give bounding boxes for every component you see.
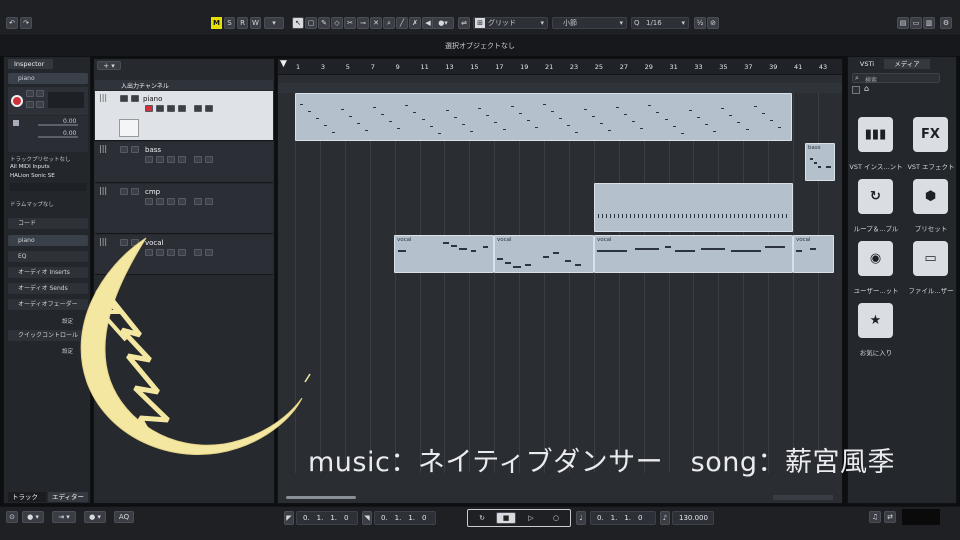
output-meter: [902, 509, 940, 525]
time-display-icon[interactable]: ♩: [576, 511, 586, 525]
stop-icon[interactable]: ■: [496, 512, 516, 524]
cycle-icon[interactable]: ↻: [472, 512, 492, 524]
right-locator-icon[interactable]: ◥: [362, 511, 372, 525]
credit-caption: music：ネイティブダンサー song：薪宮風季: [308, 447, 896, 478]
sync-icon[interactable]: ⇄: [884, 511, 896, 523]
transport-controls: ↻ ■ ▷ ○: [467, 509, 571, 527]
cycle-mode-dropdown[interactable]: ● ▾: [84, 511, 106, 523]
right-locator-field[interactable]: 0. 1. 1. 0: [374, 511, 436, 525]
left-locator-icon[interactable]: ◤: [284, 511, 294, 525]
tempo-field[interactable]: 130.000: [672, 511, 714, 525]
left-locator-field[interactable]: 0. 1. 1. 0: [296, 511, 358, 525]
monitor-icon[interactable]: ⊙: [6, 511, 18, 523]
metronome-icon[interactable]: ♪: [660, 511, 670, 525]
auto-quantize-button[interactable]: AQ: [114, 511, 134, 523]
metronome-click-icon[interactable]: ♫: [869, 511, 881, 523]
play-icon[interactable]: ▷: [521, 512, 541, 524]
position-field[interactable]: 0. 1. 1. 0: [590, 511, 656, 525]
punch-dropdown[interactable]: ⇥ ▾: [52, 511, 76, 523]
transport-bar: ⊙ ● ▾ ⇥ ▾ ● ▾ AQ ◤ 0. 1. 1. 0 ◥ 0. 1. 1.…: [0, 506, 960, 540]
record-mode-dropdown[interactable]: ● ▾: [22, 511, 44, 523]
record-icon[interactable]: ○: [546, 512, 566, 524]
